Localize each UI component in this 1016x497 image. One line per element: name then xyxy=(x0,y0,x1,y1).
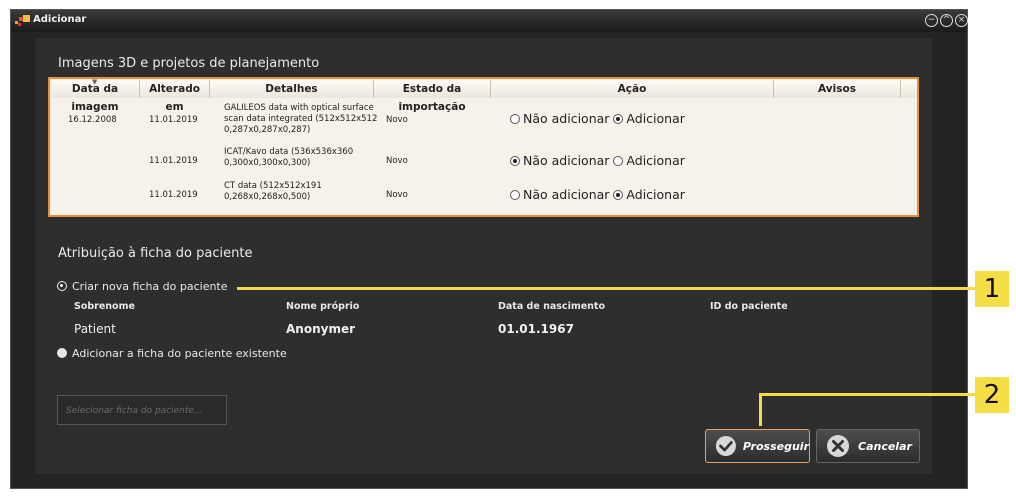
callout-badge-1: 1 xyxy=(975,271,1009,307)
proceed-button[interactable]: Prosseguir xyxy=(705,429,810,463)
row-details-line1: ICAT/Kavo data (536x536x360 xyxy=(224,147,354,157)
col-header-details[interactable]: Detalhes xyxy=(210,80,374,98)
proceed-label: Prosseguir xyxy=(742,439,809,453)
row-details-line2: scan data integrated (512x512x512 xyxy=(224,114,378,124)
sort-indicator-icon: ▼ xyxy=(92,78,98,86)
radio-add-label: Adicionar xyxy=(626,187,685,202)
radio-not-add[interactable] xyxy=(510,155,520,166)
table-row[interactable]: 11.01.2019 CT data (512x512x191 0,268x0,… xyxy=(52,179,915,211)
radio-existing-record[interactable] xyxy=(57,348,67,358)
callout-line-2-vertical xyxy=(759,393,762,426)
radio-add[interactable] xyxy=(613,113,624,124)
app-logo-icon xyxy=(15,15,30,26)
cancel-label: Cancelar xyxy=(858,439,912,453)
radio-not-add-label: Não adicionar xyxy=(523,153,610,168)
cancel-x-icon xyxy=(827,435,849,457)
radio-add[interactable] xyxy=(613,189,624,200)
radio-add[interactable] xyxy=(613,155,624,166)
action-radio-group: Não adicionar Adicionar xyxy=(510,153,685,168)
cancel-button[interactable]: Cancelar xyxy=(816,429,920,463)
callout-line-1 xyxy=(237,287,975,290)
minimize-icon[interactable]: − xyxy=(925,14,938,27)
radio-new-record-label[interactable]: Criar nova ficha do paciente xyxy=(72,280,228,293)
first-name-label: Nome próprio xyxy=(286,301,360,312)
birth-date-value: 01.01.1967 xyxy=(498,322,574,336)
radio-not-add-label: Não adicionar xyxy=(523,187,610,202)
close-icon[interactable]: × xyxy=(955,14,968,27)
radio-new-record[interactable] xyxy=(57,281,67,291)
row-changed: 11.01.2019 xyxy=(149,156,198,166)
maximize-icon[interactable]: ^ xyxy=(940,14,953,27)
select-patient-record-button[interactable]: Selecionar ficha do paciente... xyxy=(57,395,227,425)
action-radio-group: Não adicionar Adicionar xyxy=(510,187,685,202)
table-row[interactable]: 11.01.2019 ICAT/Kavo data (536x536x360 0… xyxy=(52,145,915,177)
table-row[interactable]: 16.12.2008 11.01.2019 GALILEOS data with… xyxy=(52,101,915,143)
images-table: Data da imagem Alterado em Detalhes Esta… xyxy=(48,77,919,217)
radio-not-add[interactable] xyxy=(510,189,520,200)
radio-add-label: Adicionar xyxy=(626,153,685,168)
col-header-changed[interactable]: Alterado em xyxy=(140,80,210,113)
row-status: Novo xyxy=(386,190,408,200)
surname-value: Patient xyxy=(74,322,116,336)
radio-new-record-dot xyxy=(60,284,63,287)
callout-badge-2: 2 xyxy=(975,377,1009,413)
col-header-warnings[interactable]: Avisos xyxy=(774,80,901,98)
patient-id-label: ID do paciente xyxy=(710,301,788,312)
row-details-line1: GALILEOS data with optical surface xyxy=(224,103,374,113)
surname-label: Sobrenome xyxy=(74,301,135,312)
images-section-title: Imagens 3D e projetos de planejamento xyxy=(58,56,320,71)
callout-line-2 xyxy=(760,393,975,396)
row-image-date: 16.12.2008 xyxy=(68,115,117,125)
row-details-line1: CT data (512x512x191 xyxy=(224,181,322,191)
col-header-status[interactable]: Estado da importação xyxy=(374,80,491,113)
row-details-line2: 0,300x0,300x0,300) xyxy=(224,158,311,168)
radio-not-add-label: Não adicionar xyxy=(523,111,610,126)
row-status: Novo xyxy=(386,115,408,125)
row-changed: 11.01.2019 xyxy=(149,190,198,200)
radio-add-label: Adicionar xyxy=(626,111,685,126)
row-status: Novo xyxy=(386,156,408,166)
radio-not-add[interactable] xyxy=(510,113,520,124)
col-header-action[interactable]: Ação xyxy=(491,80,774,98)
title-bar: Adicionar − ^ × xyxy=(11,10,968,32)
col-header-filler xyxy=(901,80,917,98)
row-details-line2: 0,268x0,268x0,500) xyxy=(224,192,311,202)
row-details-line3: 0,287x0,287x0,287) xyxy=(224,125,311,135)
assignment-section-title: Atribuição à ficha do paciente xyxy=(58,246,253,261)
first-name-value: Anonymer xyxy=(286,322,355,336)
action-radio-group: Não adicionar Adicionar xyxy=(510,111,685,126)
window-title: Adicionar xyxy=(33,14,87,25)
row-changed: 11.01.2019 xyxy=(149,115,198,125)
checkmark-icon xyxy=(715,435,736,457)
birth-date-label: Data de nascimento xyxy=(498,301,605,312)
radio-existing-record-label[interactable]: Adicionar a ficha do paciente existente xyxy=(72,347,287,360)
